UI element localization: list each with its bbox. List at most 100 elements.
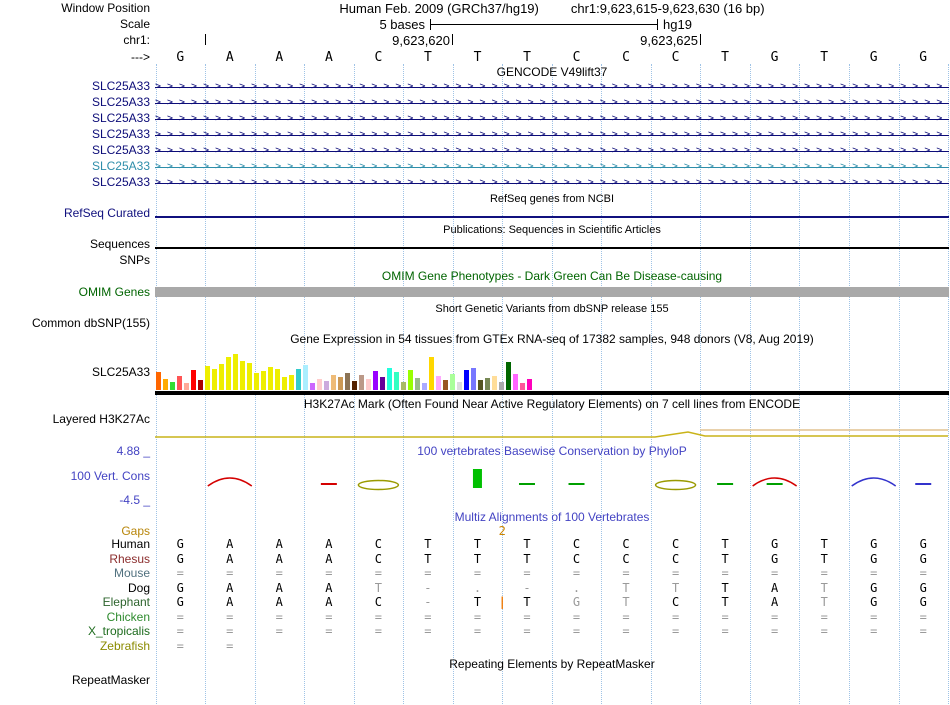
layered-h3k27ac-label[interactable]: Layered H3K27Ac [0,413,150,426]
gtex-expression-chart[interactable] [156,354,534,390]
phylop-track-header[interactable]: 100 vertebrates Basewise Conservation by… [155,445,949,458]
ruler-tick [205,34,206,45]
species-label-x_tropicalis[interactable]: X_tropicalis [0,625,150,638]
omim-genes-label[interactable]: OMIM Genes [0,286,150,299]
alignment-base: T [820,537,828,551]
gtex-expression-bar [485,378,490,390]
alignment-base: = [325,624,333,638]
species-label-rhesus[interactable]: Rhesus [0,553,150,566]
alignment-base: A [226,552,234,566]
omim-track-header[interactable]: OMIM Gene Phenotypes - Dark Green Can Be… [155,270,949,283]
refseq-track-header[interactable]: RefSeq genes from NCBI [155,193,949,206]
gtex-expression-bar [282,377,287,390]
gtex-expression-bar [422,383,427,390]
alignment-base: = [721,610,729,624]
alignment-base: A [325,552,333,566]
species-label-elephant[interactable]: Elephant [0,596,150,609]
gene-transcript[interactable]: >>>>>>>>>>>>>>>>>>>>>>>>>>>>>>>>>>>>>>>>… [155,144,949,158]
gtex-gene-model[interactable] [155,391,949,395]
window-position-label: Window Position [61,1,150,15]
gene-label[interactable]: SLC25A33 [0,160,150,173]
gene-transcript[interactable]: >>>>>>>>>>>>>>>>>>>>>>>>>>>>>>>>>>>>>>>>… [155,128,949,142]
gtex-expression-bar [212,369,217,390]
species-label-mouse[interactable]: Mouse [0,567,150,580]
h3k27ac-line [155,431,948,438]
gene-transcript[interactable]: >>>>>>>>>>>>>>>>>>>>>>>>>>>>>>>>>>>>>>>>… [155,80,949,94]
alignment-base: - [424,581,432,595]
gene-label[interactable]: SLC25A33 [0,176,150,189]
alignment-base: = [572,566,581,580]
gtex-expression-bar [373,371,378,390]
base-letter: C [374,50,383,65]
gencode-track-header[interactable]: GENCODE V49lift37 [155,66,949,79]
scale-bar-line [431,24,657,25]
gtex-expression-bar [324,381,329,390]
gene-label[interactable]: SLC25A33 [0,112,150,125]
alignment-base: A [275,595,283,609]
alignment-base: C [671,595,680,609]
conservation-mark [851,477,897,487]
refseq-curated-label[interactable]: RefSeq Curated [0,207,150,220]
alignment-base: A [226,581,234,595]
gtex-track-header[interactable]: Gene Expression in 54 tissues from GTEx … [155,333,949,346]
alignment-base: T [374,581,382,595]
gtex-expression-bar [184,383,189,390]
gene-label[interactable]: SLC25A33 [0,144,150,157]
publications-track-header[interactable]: Publications: Sequences in Scientific Ar… [155,224,949,237]
scale-bar [430,19,658,30]
alignment-base: A [226,595,234,609]
repeatmasker-track-header[interactable]: Repeating Elements by RepeatMasker [155,658,949,671]
gene-transcript[interactable]: >>>>>>>>>>>>>>>>>>>>>>>>>>>>>>>>>>>>>>>>… [155,176,949,190]
alignment-base: G [919,552,927,566]
snps-label[interactable]: SNPs [0,254,150,267]
alignment-base: G [870,552,878,566]
alignment-base: = [770,566,779,580]
title-row: Human Feb. 2009 (GRCh37/hg19) chr1:9,623,… [155,2,949,16]
multiz-track-header[interactable]: Multiz Alignments of 100 Vertebrates [155,511,949,524]
sequences-label[interactable]: Sequences [0,238,150,251]
repeatmasker-label[interactable]: RepeatMasker [0,674,150,687]
alignment-base: = [870,610,878,624]
alignment-base: T [721,581,729,595]
alignment-base: = [226,566,234,580]
gene-label[interactable]: SLC25A33 [0,80,150,93]
alignment-base: = [572,624,581,638]
alignment-base: = [770,610,779,624]
conservation-mark [357,479,400,491]
gtex-expression-bar [436,376,441,390]
gtex-expression-bar [506,362,511,390]
alignment-base: T [424,552,432,566]
species-label-zebrafish[interactable]: Zebrafish [0,640,150,653]
refseq-curated-item[interactable] [155,216,949,218]
strand-arrows: >>>>>>>>>>>>>>>>>>>>>>>>>>>>>>>>>>>>>>>>… [155,129,949,140]
gtex-expression-bar [513,374,518,390]
alignment-base: = [226,624,234,638]
gene-transcript[interactable]: >>>>>>>>>>>>>>>>>>>>>>>>>>>>>>>>>>>>>>>>… [155,160,949,174]
scale-value: 5 bases [379,17,425,32]
gene-label[interactable]: SLC25A33 [0,96,150,109]
species-label-dog[interactable]: Dog [0,582,150,595]
alignment-base: T [622,581,630,595]
alignment-base: T [671,581,680,595]
sequences-item[interactable] [155,247,949,249]
h3k27ac-signal[interactable] [0,425,950,443]
dbsnp-track-header[interactable]: Short Genetic Variants from dbSNP releas… [155,303,949,316]
vert-cons-label[interactable]: 100 Vert. Cons [0,470,150,483]
h3k27ac-track-header[interactable]: H3K27Ac Mark (Often Found Near Active Re… [155,398,949,411]
common-dbsnp-label[interactable]: Common dbSNP(155) [0,317,150,330]
alignment-base: G [572,595,581,609]
species-label-human[interactable]: Human [0,538,150,551]
alignment-base: = [424,566,432,580]
conservation-mark [472,469,482,488]
gene-label[interactable]: SLC25A33 [0,128,150,141]
alignment-base: = [473,610,482,624]
alignment-base: G [176,552,184,566]
gtex-gene-label[interactable]: SLC25A33 [0,366,150,379]
gene-transcript[interactable]: >>>>>>>>>>>>>>>>>>>>>>>>>>>>>>>>>>>>>>>>… [155,96,949,110]
gtex-expression-bar [170,382,175,390]
gtex-expression-bar [240,361,245,390]
omim-gene-bar[interactable] [155,287,949,297]
alignment-base: = [275,610,283,624]
gene-transcript[interactable]: >>>>>>>>>>>>>>>>>>>>>>>>>>>>>>>>>>>>>>>>… [155,112,949,126]
species-label-chicken[interactable]: Chicken [0,611,150,624]
